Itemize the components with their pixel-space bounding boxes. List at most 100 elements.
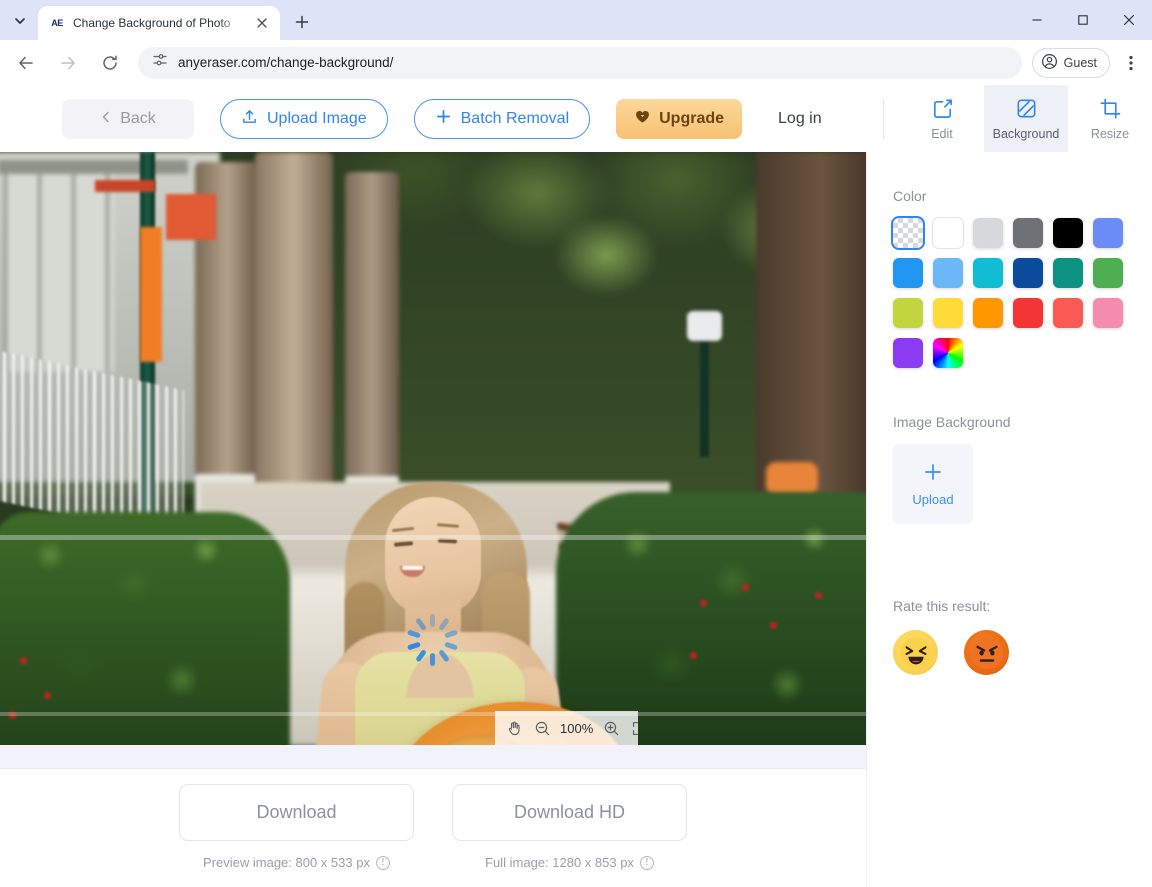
back-nav-icon[interactable] xyxy=(10,47,42,79)
forward-nav-icon[interactable] xyxy=(52,47,84,79)
swatch-purple[interactable] xyxy=(893,338,923,368)
swatch-pink[interactable] xyxy=(1093,298,1123,328)
swatch-gray[interactable] xyxy=(1013,218,1043,248)
fit-screen-icon[interactable] xyxy=(626,715,638,741)
swatch-periwinkle[interactable] xyxy=(1093,218,1123,248)
swatch-lime[interactable] xyxy=(893,298,923,328)
background-sidebar: Color Image Background Upload Rate this … xyxy=(866,152,1152,887)
download-hd-button-label: Download HD xyxy=(513,802,626,822)
tab-edit[interactable]: Edit xyxy=(900,85,984,152)
maximize-button[interactable] xyxy=(1060,0,1106,40)
swatch-green[interactable] xyxy=(1093,258,1123,288)
zoom-out-icon[interactable] xyxy=(529,715,555,741)
tab-resize-label: Resize xyxy=(1090,126,1130,141)
app-body: 100% Download Preview image: 800 x 533 p… xyxy=(0,152,1152,887)
app-header: Back Upload Image Batch Removal Upgrade … xyxy=(0,85,1152,152)
anyeraser-favicon: AE xyxy=(51,18,63,28)
download-hd-note-text: Full image: 1280 x 853 px xyxy=(485,855,634,870)
canvas-column: 100% Download Preview image: 800 x 533 p… xyxy=(0,152,866,887)
background-square-icon xyxy=(1015,97,1038,123)
crop-icon xyxy=(1099,97,1122,123)
download-preview-group: Download Preview image: 800 x 533 px ! xyxy=(179,784,414,870)
hand-tool-icon[interactable] xyxy=(501,715,527,741)
swatch-orange[interactable] xyxy=(973,298,1003,328)
upload-image-label: Upload Image xyxy=(267,109,367,127)
account-icon xyxy=(1041,53,1058,73)
image-canvas[interactable]: 100% xyxy=(0,152,866,745)
upgrade-button[interactable]: Upgrade xyxy=(616,98,743,139)
canvas-zoom-toolbar: 100% xyxy=(495,711,638,745)
swatch-white[interactable] xyxy=(933,218,963,248)
reload-icon[interactable] xyxy=(94,47,126,79)
image-background-section-label: Image Background xyxy=(893,414,1011,430)
batch-removal-button[interactable]: Batch Removal xyxy=(413,98,591,139)
mode-tabs: Edit Background Resize xyxy=(900,85,1152,152)
batch-removal-label: Batch Removal xyxy=(460,109,570,127)
swatch-navy[interactable] xyxy=(1013,258,1043,288)
site-settings-icon[interactable] xyxy=(152,52,168,73)
info-icon[interactable]: ! xyxy=(639,855,654,870)
back-button-label: Back xyxy=(120,109,156,127)
url-text: anyeraser.com/change-background/ xyxy=(178,55,394,70)
crown-heart-icon xyxy=(634,108,651,130)
tab-background[interactable]: Background xyxy=(984,85,1068,152)
info-icon[interactable]: ! xyxy=(375,855,390,870)
close-window-button[interactable] xyxy=(1106,0,1152,40)
minimize-button[interactable] xyxy=(1014,0,1060,40)
swatch-teal[interactable] xyxy=(1053,258,1083,288)
upgrade-label: Upgrade xyxy=(659,109,725,127)
swatch-light-blue[interactable] xyxy=(933,258,963,288)
browser-menu-icon[interactable] xyxy=(1116,48,1146,78)
tab-strip: AE Change Background of Photo xyxy=(0,0,1152,40)
browser-window: AE Change Background of Photo anyeraser.… xyxy=(0,0,1152,887)
swatch-cyan[interactable] xyxy=(973,258,1003,288)
image-background-upload-label: Upload xyxy=(912,491,954,507)
upload-icon xyxy=(241,108,258,130)
swatch-red[interactable] xyxy=(1013,298,1043,328)
swatch-transparent[interactable] xyxy=(893,218,923,248)
chevron-left-icon xyxy=(100,110,112,128)
download-hd-button[interactable]: Download HD xyxy=(452,784,687,841)
zoom-in-icon[interactable] xyxy=(598,715,624,741)
download-hd-group: Download HD Full image: 1280 x 853 px ! xyxy=(452,784,687,870)
address-bar[interactable]: anyeraser.com/change-background/ xyxy=(138,46,1022,79)
back-button[interactable]: Back xyxy=(62,98,194,139)
swatch-color-picker[interactable] xyxy=(933,338,963,368)
upload-image-button[interactable]: Upload Image xyxy=(220,98,388,139)
rate-buttons xyxy=(893,630,1152,675)
close-icon[interactable] xyxy=(252,13,272,33)
swatch-coral[interactable] xyxy=(1053,298,1083,328)
swatch-light-gray[interactable] xyxy=(973,218,1003,248)
new-tab-button[interactable] xyxy=(288,8,316,36)
rate-angry-button[interactable] xyxy=(964,630,1009,675)
plus-icon xyxy=(923,462,943,487)
download-area: Download Preview image: 800 x 533 px ! D… xyxy=(0,769,866,887)
download-button[interactable]: Download xyxy=(179,784,414,841)
download-preview-note-text: Preview image: 800 x 533 px xyxy=(203,855,370,870)
browser-toolbar: anyeraser.com/change-background/ Guest xyxy=(0,40,1152,85)
header-divider xyxy=(883,99,884,139)
laughing-face-icon xyxy=(899,636,932,669)
download-preview-note: Preview image: 800 x 533 px ! xyxy=(203,855,390,870)
rate-happy-button[interactable] xyxy=(893,630,938,675)
color-swatch-grid xyxy=(893,218,1123,368)
profile-label: Guest xyxy=(1063,55,1097,70)
login-button[interactable]: Log in xyxy=(768,104,832,134)
browser-tab[interactable]: AE Change Background of Photo xyxy=(38,6,280,40)
zoom-level-text: 100% xyxy=(560,720,594,736)
swatch-blue[interactable] xyxy=(893,258,923,288)
image-background-upload-button[interactable]: Upload xyxy=(893,444,973,524)
download-button-label: Download xyxy=(256,802,337,822)
canvas-bottom-strip xyxy=(0,745,866,769)
tab-search-chevron-icon[interactable] xyxy=(6,7,34,35)
swatch-yellow[interactable] xyxy=(933,298,963,328)
loading-spinner-icon xyxy=(406,614,458,666)
tab-background-label: Background xyxy=(992,126,1060,141)
tab-title: Change Background of Photo xyxy=(73,16,231,30)
rate-section-label: Rate this result: xyxy=(893,598,991,614)
angry-face-icon xyxy=(970,636,1003,669)
tab-resize[interactable]: Resize xyxy=(1068,85,1152,152)
color-section-label: Color xyxy=(893,188,927,204)
profile-chip[interactable]: Guest xyxy=(1031,47,1110,78)
swatch-black[interactable] xyxy=(1053,218,1083,248)
